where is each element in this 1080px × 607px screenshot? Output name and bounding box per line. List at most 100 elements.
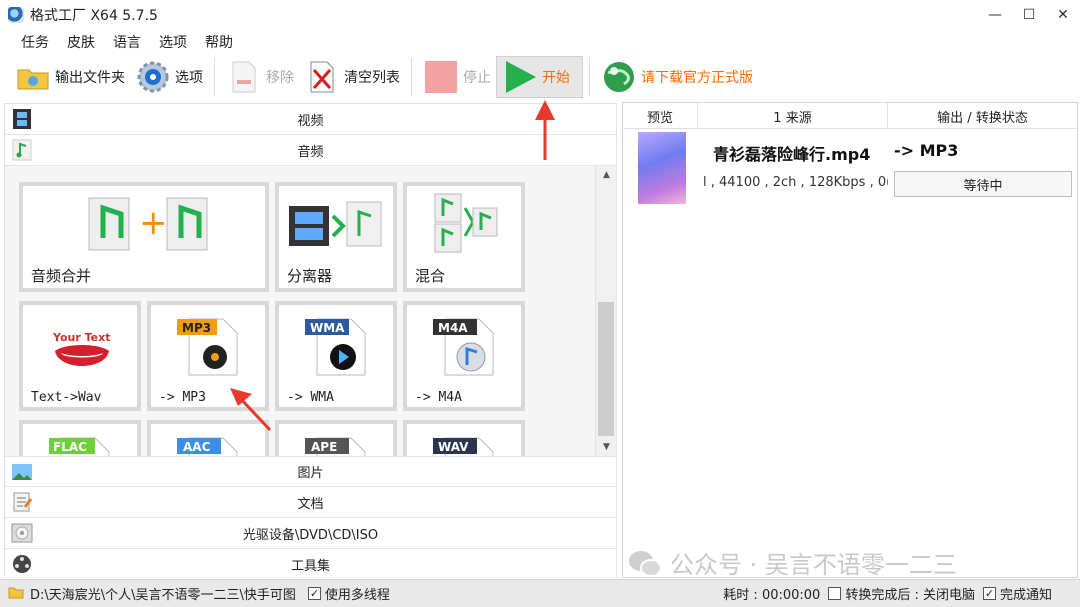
shutdown-checkbox[interactable]: 转换完成后 : 关闭电脑 — [828, 584, 975, 603]
aac-icon: AAC — [175, 434, 245, 456]
notify-check-icon: ✓ — [982, 587, 996, 600]
scroll-up-icon[interactable]: ▲ — [596, 170, 617, 180]
wav-badge: WAV — [438, 440, 469, 454]
window-title: 格式工厂 X64 5.7.5 — [30, 8, 158, 24]
svg-text:+: + — [139, 203, 168, 243]
clear-list-icon — [304, 59, 340, 95]
film-icon — [10, 107, 34, 131]
shutdown-check-icon — [828, 587, 842, 600]
category-image[interactable]: 图片 — [5, 456, 616, 487]
audio-merge-icon: + — [83, 194, 213, 260]
m4a-badge: M4A — [438, 321, 468, 335]
remove-button[interactable]: 移除 — [221, 56, 299, 98]
download-label: 请下载官方正式版 — [641, 70, 753, 86]
output-folder-button[interactable]: 输出文件夹 — [10, 56, 130, 98]
music-note-icon — [10, 138, 34, 162]
menu-help[interactable]: 帮助 — [196, 32, 242, 52]
category-audio-label: 音频 — [297, 144, 324, 160]
video-thumbnail — [638, 132, 686, 204]
app-icon — [8, 7, 24, 23]
task-list-header: 预览 1 来源 输出 / 转换状态 — [623, 103, 1077, 129]
stop-icon — [423, 59, 459, 95]
minimize-button[interactable]: — — [978, 0, 1012, 30]
tool-to-wma[interactable]: WMA -> WMA — [275, 301, 397, 411]
tool-mix[interactable]: 混合 — [403, 182, 525, 292]
output-folder-label: 输出文件夹 — [55, 70, 125, 86]
tool-audio-merge[interactable]: + 音频合并 — [19, 182, 269, 292]
toolbar-separator — [214, 58, 215, 96]
output-path[interactable]: D:\天海宸光\个人\吴言不语零一二三\快手可图 — [30, 584, 296, 603]
disc-drive-icon — [10, 521, 34, 545]
menu-options[interactable]: 选项 — [150, 32, 196, 52]
toolbar-separator — [589, 58, 590, 96]
tool-label: -> M4A — [415, 390, 462, 405]
category-optical-label: 光驱设备\DVD\CD\ISO — [242, 527, 379, 543]
aac-badge: AAC — [183, 440, 211, 454]
menu-skin[interactable]: 皮肤 — [58, 32, 104, 52]
category-video[interactable]: 视频 — [5, 104, 616, 135]
wav-icon: WAV — [431, 434, 501, 456]
ape-badge: APE — [311, 440, 337, 454]
scroll-thumb[interactable] — [598, 302, 614, 436]
elapsed-time: 耗时 : 00:00:00 — [723, 588, 821, 603]
scroll-down-icon[interactable]: ▼ — [596, 442, 617, 452]
task-media-info: l , 44100 , 2ch , 128Kbps , 0( — [703, 175, 888, 190]
tool-to-m4a[interactable]: M4A -> M4A — [403, 301, 525, 411]
tools-scrollbar[interactable]: ▲ ▼ — [595, 166, 616, 456]
start-button[interactable]: 开始 — [496, 56, 583, 98]
tool-label: 混合 — [415, 267, 446, 285]
maximize-button[interactable]: ☐ — [1012, 0, 1046, 30]
header-preview[interactable]: 预览 — [623, 103, 698, 129]
title-bar: 格式工厂 X64 5.7.5 — ☐ ✕ — [0, 0, 1080, 30]
options-label: 选项 — [175, 70, 203, 86]
stop-label: 停止 — [463, 70, 491, 86]
tool-label: Text->Wav — [31, 390, 102, 405]
remove-doc-icon — [226, 59, 262, 95]
menu-bar: 任务 皮肤 语言 选项 帮助 — [0, 30, 1080, 54]
clear-list-button[interactable]: 清空列表 — [299, 56, 405, 98]
menu-language[interactable]: 语言 — [104, 32, 150, 52]
multithread-check-icon: ✓ — [307, 587, 321, 600]
mp3-icon: MP3 — [175, 315, 245, 381]
category-tools[interactable]: 工具集 — [5, 549, 616, 580]
multithread-checkbox[interactable]: ✓ 使用多线程 — [307, 584, 390, 603]
category-tools-label: 工具集 — [290, 558, 330, 574]
wma-badge: WMA — [310, 321, 345, 335]
notify-checkbox[interactable]: ✓ 完成通知 — [982, 584, 1052, 603]
audio-tools-grid: + 音频合并 分离器 混合 Your Text Text->Wav MP3 ->… — [5, 166, 595, 456]
tool-to-wav[interactable]: WAV — [403, 420, 525, 456]
wechat-icon — [628, 550, 662, 577]
picture-icon — [10, 460, 34, 484]
your-text-art: Your Text — [52, 331, 110, 344]
category-document-label: 文档 — [297, 496, 324, 512]
mp3-badge: MP3 — [182, 321, 211, 335]
shutdown-label: 转换完成后 : 关闭电脑 — [845, 588, 975, 603]
tool-text-to-wav[interactable]: Your Text Text->Wav — [19, 301, 141, 411]
tool-label: -> WMA — [287, 390, 334, 405]
ape-icon: APE — [303, 434, 373, 456]
header-source[interactable]: 1 来源 — [698, 103, 888, 129]
tool-to-flac[interactable]: FLAC — [19, 420, 141, 456]
mix-icon — [433, 192, 499, 258]
tool-splitter[interactable]: 分离器 — [275, 182, 397, 292]
stop-button[interactable]: 停止 — [418, 56, 496, 98]
download-official-link[interactable]: 请下载官方正式版 — [596, 56, 758, 98]
gear-icon — [135, 59, 171, 95]
options-button[interactable]: 选项 — [130, 56, 208, 98]
category-document[interactable]: 文档 — [5, 487, 616, 518]
close-button[interactable]: ✕ — [1046, 0, 1080, 30]
category-audio[interactable]: 音频 — [5, 135, 616, 166]
category-optical[interactable]: 光驱设备\DVD\CD\ISO — [5, 518, 616, 549]
menu-task[interactable]: 任务 — [12, 32, 58, 52]
status-bar: D:\天海宸光\个人\吴言不语零一二三\快手可图 ✓ 使用多线程 耗时 : 00… — [0, 579, 1080, 607]
toolbar: 输出文件夹 选项 移除 清空列表 停止 开始 请下载官方正式版 — [0, 54, 1080, 100]
header-output-status[interactable]: 输出 / 转换状态 — [888, 103, 1077, 129]
document-icon — [10, 490, 34, 514]
folder-icon — [15, 59, 51, 95]
film-reel-icon — [10, 552, 34, 576]
tool-to-ape[interactable]: APE — [275, 420, 397, 456]
remove-label: 移除 — [266, 70, 294, 86]
m4a-icon: M4A — [431, 315, 501, 381]
notify-label: 完成通知 — [999, 588, 1052, 603]
folder-small-icon — [8, 585, 24, 603]
